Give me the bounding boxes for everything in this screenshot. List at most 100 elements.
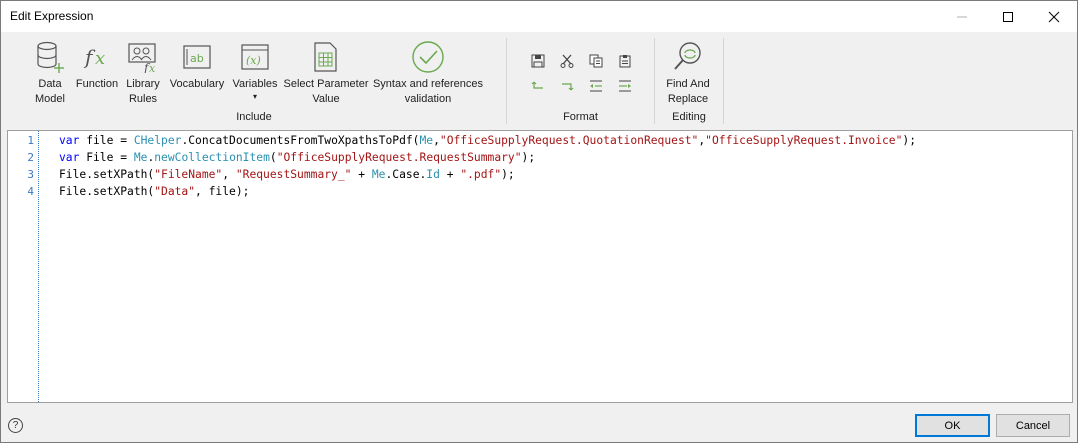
redo-icon <box>562 83 574 91</box>
line-number: 3 <box>27 168 34 181</box>
code-token: var <box>59 134 80 147</box>
code-token: "OfficeSupplyRequest.RequestSummary" <box>276 151 522 164</box>
line-number-gutter: 1 2 3 4 <box>8 131 39 402</box>
code-token: , <box>433 134 440 147</box>
validation-check-icon <box>412 41 444 73</box>
editing-group: Find And Replace Editing <box>655 37 723 125</box>
vocabulary-button[interactable]: ab Vocabulary <box>166 37 228 113</box>
variables-button[interactable]: (x) Variables ▾ <box>230 37 280 113</box>
code-token: CHelper <box>133 134 182 147</box>
cancel-button[interactable]: Cancel <box>996 414 1070 437</box>
cut-icon <box>560 54 574 68</box>
format-group: Format <box>507 37 654 125</box>
maximize-button[interactable] <box>985 1 1031 32</box>
code-token: "OfficeSupplyRequest.QuotationRequest" <box>439 134 699 147</box>
minimize-button[interactable] <box>939 1 985 32</box>
code-token: "RequestSummary_" <box>235 168 352 181</box>
indent-button[interactable] <box>616 77 634 95</box>
undo-button[interactable] <box>529 77 547 95</box>
code-token: ); <box>521 151 536 164</box>
syntax-validation-button[interactable]: Syntax and references validation <box>372 37 484 113</box>
select-parameter-label-2: Value <box>312 93 340 105</box>
variables-icon: (x) <box>241 44 269 70</box>
include-group-label: Include <box>236 111 272 123</box>
save-icon <box>531 54 545 68</box>
format-group-label: Format <box>563 111 598 123</box>
code-token: , file); <box>195 185 250 198</box>
ok-button[interactable]: OK <box>915 414 990 437</box>
code-line: var File = Me.newCollectionItem("OfficeS… <box>59 151 535 164</box>
code-token: Me <box>133 151 148 164</box>
undo-icon <box>531 81 543 89</box>
line-number: 4 <box>27 185 34 198</box>
svg-text:x: x <box>95 48 105 69</box>
paste-button[interactable] <box>616 52 634 70</box>
function-icon: f x <box>83 45 105 69</box>
close-button[interactable] <box>1031 1 1077 32</box>
code-token: file = <box>79 134 134 147</box>
help-icon[interactable]: ? <box>8 418 23 433</box>
minimize-icon <box>957 16 967 17</box>
code-token: ); <box>501 168 515 181</box>
group-separator <box>723 38 724 124</box>
code-token: ".pdf" <box>460 168 502 181</box>
code-editor[interactable]: 1 2 3 4 var file = CHelper.ConcatDocumentsF… <box>7 130 1073 403</box>
find-and-replace-button[interactable]: Find And Replace <box>659 37 717 113</box>
code-line: File.setXPath("Data", file); <box>59 185 249 198</box>
select-parameter-value-button[interactable]: Select Parameter Value <box>282 37 370 113</box>
code-token: ); <box>902 134 917 147</box>
outdent-button[interactable] <box>587 77 605 95</box>
code-token: ( <box>269 151 277 164</box>
svg-text:(x): (x) <box>246 54 261 67</box>
maximize-icon <box>1003 11 1013 22</box>
save-button[interactable] <box>529 52 547 70</box>
library-rules-icon: f x <box>128 43 156 73</box>
svg-text:ab: ab <box>190 52 204 65</box>
find-and-replace-label: Find And <box>666 78 710 90</box>
function-button[interactable]: f x Function <box>73 37 121 113</box>
data-model-label-2: Model <box>35 93 65 105</box>
ribbon: Data Model f x Function f x Library Rule… <box>4 32 1074 127</box>
copy-icon <box>589 54 603 68</box>
data-model-label: Data <box>38 78 62 90</box>
title-bar: Edit Expression <box>1 1 1077 32</box>
code-token: "Data" <box>154 185 196 198</box>
library-rules-button[interactable]: f x Library Rules <box>122 37 164 113</box>
code-token: "OfficeSupplyRequest.Invoice" <box>705 134 903 147</box>
code-token: File.setXPath( <box>59 185 155 198</box>
include-group: Data Model f x Function f x Library Rule… <box>4 37 504 125</box>
outdent-icon <box>590 80 602 92</box>
syntax-validation-label: Syntax and references <box>372 78 484 90</box>
redo-button[interactable] <box>558 77 576 95</box>
code-line: var file = CHelper.ConcatDocumentsFromTw… <box>59 134 916 147</box>
code-token: Me <box>371 168 386 181</box>
library-rules-label-2: Rules <box>128 93 158 105</box>
find-replace-icon <box>674 42 701 70</box>
select-parameter-icon <box>314 42 337 72</box>
select-parameter-label: Select Parameter <box>283 78 369 90</box>
line-number: 1 <box>27 134 34 147</box>
cut-button[interactable] <box>558 52 576 70</box>
window-title: Edit Expression <box>10 9 94 23</box>
svg-text:x: x <box>149 62 156 73</box>
copy-button[interactable] <box>587 52 605 70</box>
function-label: Function <box>75 78 119 90</box>
syntax-validation-label-2: validation <box>404 93 452 105</box>
line-number: 2 <box>27 151 34 164</box>
variables-label: Variables <box>232 78 278 90</box>
code-token: + <box>439 168 461 181</box>
data-model-button[interactable]: Data Model <box>28 37 72 113</box>
code-token: Me <box>419 134 434 147</box>
code-token: , <box>222 168 236 181</box>
dialog-footer: ? OK Cancel <box>1 406 1077 442</box>
code-token: "FileName" <box>154 168 223 181</box>
code-token: File.setXPath( <box>59 168 155 181</box>
code-token: .ConcatDocumentsFromTwoXpathsToPdf( <box>181 134 420 147</box>
variables-dropdown-arrow: ▾ <box>252 92 257 101</box>
library-rules-label: Library <box>126 78 160 90</box>
edit-expression-dialog: Edit Expression Data Model f x Function … <box>0 0 1078 443</box>
indent-icon <box>619 80 631 92</box>
code-token: var <box>59 151 80 164</box>
paste-icon <box>619 55 631 68</box>
code-token: .Case. <box>385 168 427 181</box>
